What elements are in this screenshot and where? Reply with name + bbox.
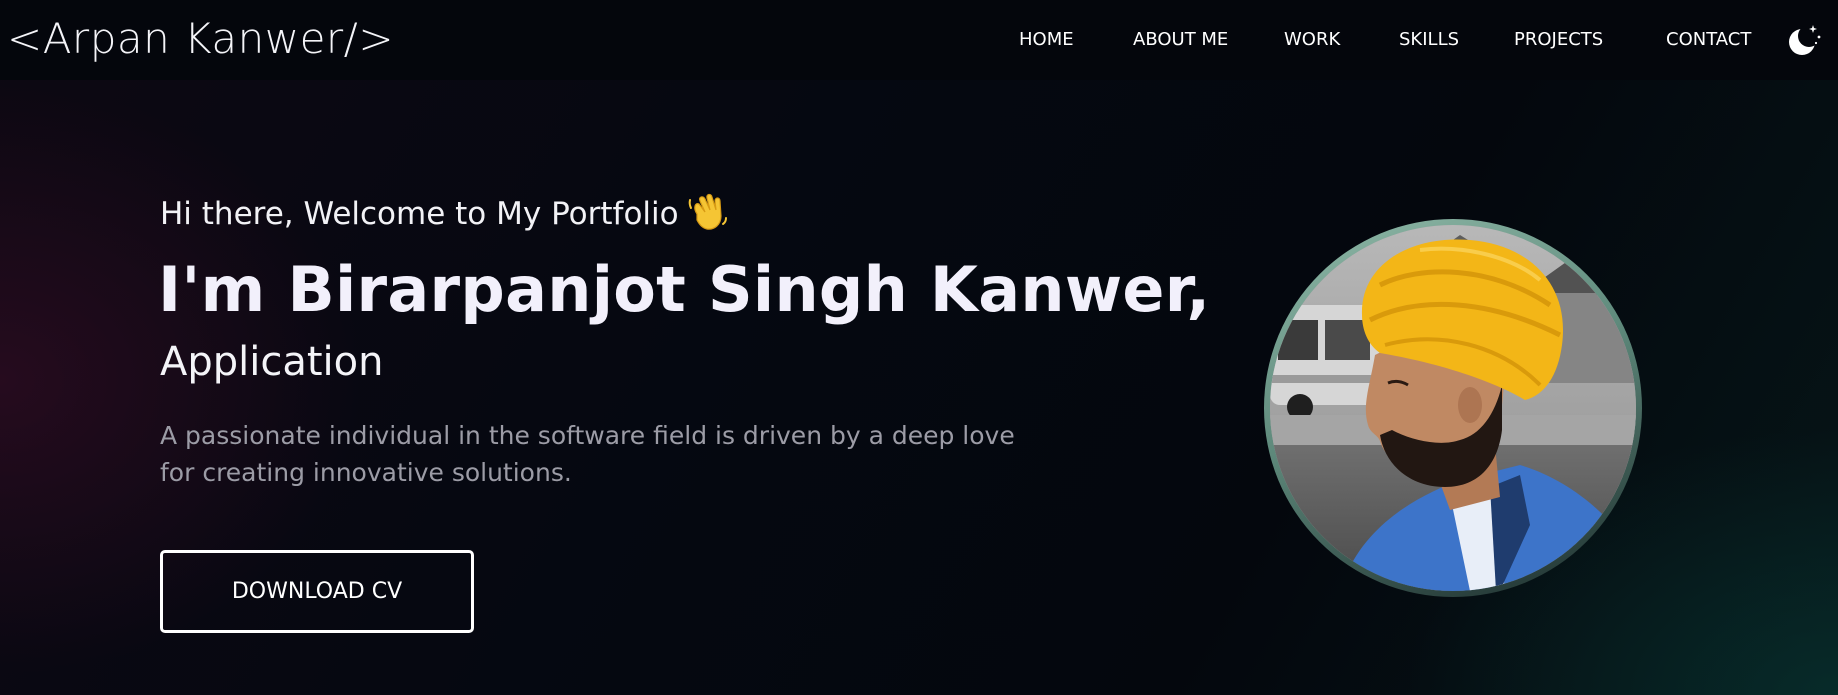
moon-stars-icon: [1789, 25, 1821, 55]
download-cv-button[interactable]: DOWNLOAD CV: [160, 550, 474, 633]
profile-avatar: [1270, 225, 1636, 591]
nav-item-work[interactable]: WORK: [1284, 26, 1340, 54]
profile-photo-icon: [1270, 225, 1636, 591]
waving-hand-icon: [687, 192, 729, 237]
nav-item-projects[interactable]: PROJECTS: [1514, 26, 1603, 54]
navbar: <Arpan Kanwer/> HOME ABOUT ME WORK SKILL…: [0, 0, 1838, 80]
nav-item-skills[interactable]: SKILLS: [1399, 26, 1459, 54]
hero-description: A passionate individual in the software …: [160, 421, 1015, 487]
hero-greeting: Hi there, Welcome to My Portfolio: [160, 192, 729, 237]
site-logo[interactable]: <Arpan Kanwer/>: [7, 13, 394, 65]
theme-toggle-button[interactable]: [1786, 22, 1822, 58]
nav-item-home[interactable]: HOME: [1019, 26, 1074, 54]
profile-avatar-ring: [1264, 219, 1642, 597]
nav-item-about-me[interactable]: ABOUT ME: [1133, 26, 1228, 54]
hero-role: Application: [160, 339, 384, 385]
hero-greeting-text: Hi there, Welcome to My Portfolio: [160, 196, 679, 232]
hero-title: I'm Birarpanjot Singh Kanwer,: [158, 253, 1211, 326]
nav-item-contact[interactable]: CONTACT: [1666, 26, 1751, 54]
